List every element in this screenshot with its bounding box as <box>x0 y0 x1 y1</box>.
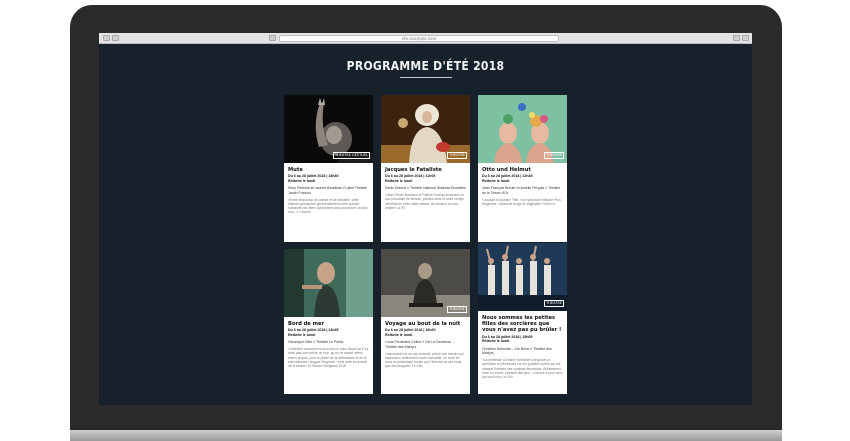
show-thumbnail[interactable]: THÉÂTRE <box>478 95 567 163</box>
show-card-jacques[interactable]: THÉÂTRE Jacques le Fataliste Du 6 au 28 … <box>381 95 470 242</box>
laptop-base <box>70 430 782 441</box>
show-review: «Jean-Pierre Baudson et Patrick Donnay i… <box>385 192 464 210</box>
show-card-voyage[interactable]: THÉÂTRE Voyage au bout de la nuit Du 6 a… <box>381 249 470 394</box>
show-review: «La metteuse Christine Delmotte a propos… <box>482 357 563 380</box>
show-thumbnail[interactable]: THÉÂTRE <box>478 243 567 311</box>
show-review: «Entre beaucoup de poésie et de fantaisi… <box>288 197 368 215</box>
show-title[interactable]: Otto und Helmut <box>482 167 563 173</box>
show-card-mute[interactable]: THÉÂTRE GESTUEL Mute Du 6 au 28 juillet … <box>284 95 373 242</box>
share-icon[interactable] <box>733 35 740 41</box>
show-title[interactable]: Voyage au bout de la nuit <box>385 321 466 327</box>
genre-tag: THÉÂTRE GESTUEL <box>332 152 370 159</box>
forward-icon[interactable] <box>112 35 119 41</box>
browser-screen: ete.example.com PROGRAMME D'ÉTÉ 2018 THÉ… <box>99 33 752 405</box>
show-thumbnail[interactable]: THÉÂTRE <box>381 249 470 317</box>
show-credits: Christine Delmotte – Cie Biloxi // Théât… <box>482 346 552 356</box>
show-thumbnail[interactable]: THÉÂTRE <box>381 95 470 163</box>
show-title[interactable]: Nous sommes les petites filles des sorci… <box>482 315 563 334</box>
show-relache: Relâche le lundi <box>482 178 510 183</box>
title-underline <box>400 77 452 78</box>
show-review: «Vraiment comment nous sortis en nous di… <box>288 346 369 369</box>
show-title[interactable]: Jacques le Fataliste <box>385 167 466 173</box>
show-relache: Relâche le lundi <box>288 332 316 337</box>
genre-tag: THÉÂTRE <box>544 152 564 159</box>
show-credits: Véronique Olmi // Théâtre Le Public <box>288 340 344 345</box>
show-card-sorcieres[interactable]: THÉÂTRE Nous sommes les petites filles d… <box>478 243 567 394</box>
show-relache: Relâche le lundi <box>482 339 510 344</box>
show-credits: Louis-Ferdinand Céline // Cie La Semeuse… <box>385 340 454 349</box>
show-card-otto[interactable]: THÉÂTRE Otto und Helmut Du 6 au 28 juill… <box>478 95 567 242</box>
show-card-bord-de-mer[interactable]: Bord de mer Du 6 au 28 juillet 2018 | 14… <box>284 249 373 394</box>
show-relache: Relâche le lundi <box>385 178 413 183</box>
show-credits: Jean-François Breuer et Aurélie Pergola … <box>482 186 561 195</box>
show-thumbnail[interactable] <box>284 249 373 317</box>
genre-tag: THÉÂTRE <box>447 152 467 159</box>
genre-tag: THÉÂTRE <box>447 306 467 313</box>
show-credits: Denis Diderot // Théâtre National Wallon… <box>385 186 466 191</box>
sidebar-icon[interactable] <box>269 35 276 41</box>
genre-tag: THÉÂTRE <box>544 300 564 307</box>
page-title: PROGRAMME D'ÉTÉ 2018 <box>346 59 505 73</box>
back-icon[interactable] <box>103 35 110 41</box>
address-bar[interactable]: ete.example.com <box>279 35 559 42</box>
show-review: «Jouissif à souhait» Télé, «Un spectacle… <box>482 197 561 206</box>
show-credits: Sony Perlesia et Laurent Baudilias // La… <box>288 186 367 195</box>
browser-toolbar: ete.example.com <box>99 33 752 44</box>
show-thumbnail[interactable]: THÉÂTRE GESTUEL <box>284 95 373 163</box>
show-relache: Relâche le lundi <box>385 332 413 337</box>
show-title[interactable]: Mute <box>288 167 369 173</box>
show-review: «Impossible de ne pas ressortir séduit u… <box>385 351 464 369</box>
tabs-icon[interactable] <box>742 35 749 41</box>
show-image-bord-de-mer <box>284 249 373 317</box>
show-relache: Relâche le lundi <box>288 178 316 183</box>
show-title[interactable]: Bord de mer <box>288 321 369 327</box>
